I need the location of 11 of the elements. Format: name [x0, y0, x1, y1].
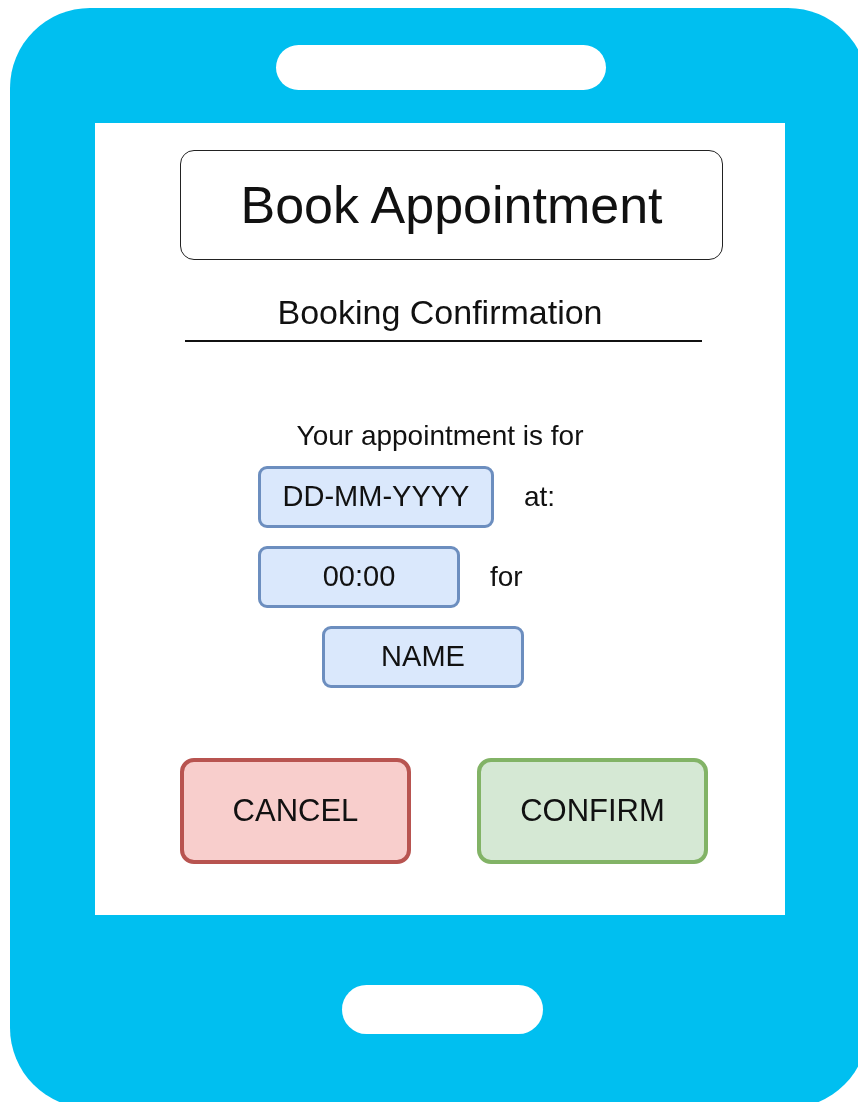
input-field[interactable]: 00:00: [258, 545, 460, 608]
subtitle: Booking Confirmation: [276, 293, 604, 332]
field-label: for: [490, 560, 523, 593]
input-field[interactable]: DD-MM-YYYY: [258, 465, 494, 528]
message-text: Your appointment is for: [295, 419, 585, 452]
title-box: Book Appointment: [180, 150, 723, 260]
input-field[interactable]: NAME: [322, 625, 524, 688]
cancel-button[interactable]: CANCEL: [180, 757, 411, 864]
home-button[interactable]: [342, 985, 543, 1034]
field-label: at:: [524, 480, 556, 513]
confirm-button[interactable]: CONFIRM: [477, 757, 708, 864]
